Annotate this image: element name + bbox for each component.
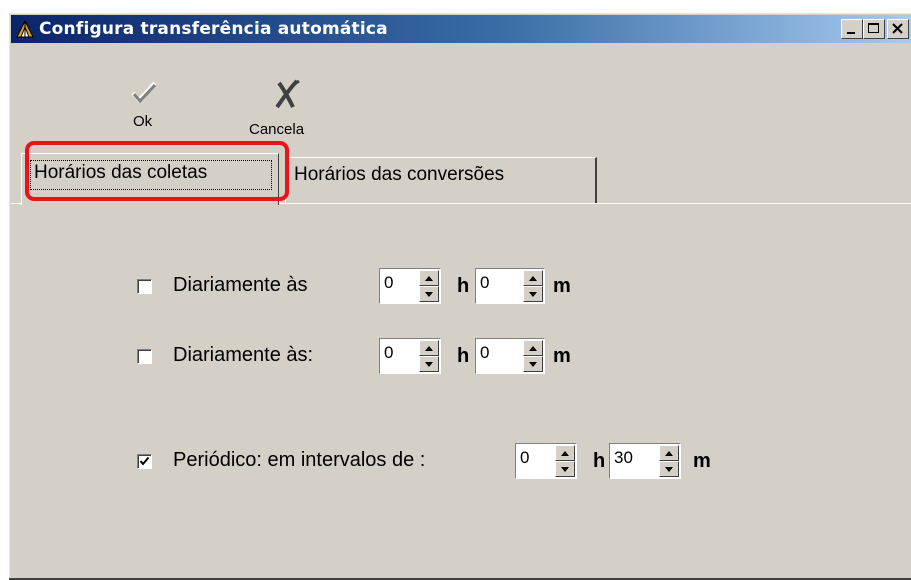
daily-2-label: Diariamente às: [173, 344, 314, 366]
spin-down-button[interactable] [555, 461, 575, 477]
spinner-value: 0 [480, 273, 490, 292]
maximize-icon [868, 23, 879, 33]
spinner-value: 0 [384, 343, 394, 362]
daily-2-hours-spinner[interactable]: 0 [379, 338, 441, 374]
minute-unit: m [553, 345, 571, 367]
daily-2-minutes-spinner[interactable]: 0 [475, 338, 545, 374]
periodic-checkbox[interactable] [137, 454, 152, 469]
spin-up-button[interactable] [523, 270, 543, 286]
daily-1-checkbox[interactable] [137, 279, 152, 294]
hour-unit: h [593, 450, 606, 472]
minute-unit: m [693, 450, 711, 472]
spin-up-button[interactable] [555, 445, 575, 461]
cancel-button[interactable]: Cancela [245, 53, 325, 139]
spin-up-button[interactable] [419, 340, 439, 356]
arrow-down-icon [561, 467, 569, 472]
spinner-value: 0 [480, 343, 490, 362]
maximize-button[interactable] [863, 19, 885, 39]
arrow-up-icon [561, 451, 569, 456]
spin-down-button[interactable] [419, 356, 439, 372]
spinner-value: 0 [520, 448, 530, 467]
cancel-label: Cancela [249, 121, 305, 138]
spinner-value: 0 [384, 273, 394, 292]
periodic-row: Periódico: em intervalos de : 0 h 30 m [135, 443, 735, 479]
close-button[interactable] [887, 19, 909, 39]
spin-down-button[interactable] [523, 286, 543, 302]
spin-up-button[interactable] [523, 340, 543, 356]
annotation-highlight [25, 141, 289, 201]
daily-row-1: Diariamente às 0 h 0 m [135, 268, 635, 304]
tab-label: Horários das conversões [294, 164, 505, 185]
spin-up-button[interactable] [419, 270, 439, 286]
spin-down-button[interactable] [659, 461, 679, 477]
title-bar[interactable]: Configura transferência automática [11, 15, 911, 43]
window-title: Configura transferência automática [39, 19, 388, 39]
cross-icon [273, 79, 301, 114]
checkmark-icon [139, 456, 150, 466]
arrow-up-icon [529, 346, 537, 351]
spin-down-button[interactable] [419, 286, 439, 302]
daily-2-checkbox[interactable] [137, 349, 152, 364]
minimize-icon [847, 32, 855, 34]
daily-row-2: Diariamente às: 0 h 0 m [135, 338, 635, 374]
checkmark-icon [131, 81, 157, 108]
periodic-hours-spinner[interactable]: 0 [515, 443, 577, 479]
arrow-down-icon [425, 292, 433, 297]
spin-down-button[interactable] [523, 356, 543, 372]
ok-button[interactable]: Ok [117, 53, 177, 133]
triangle-compass-icon [15, 19, 35, 39]
hour-unit: h [457, 345, 470, 367]
arrow-up-icon [425, 276, 433, 281]
arrow-down-icon [529, 362, 537, 367]
ok-label: Ok [133, 113, 153, 130]
periodic-label: Periódico: em intervalos de : [173, 449, 426, 471]
spinner-value: 30 [614, 448, 633, 467]
spin-up-button[interactable] [659, 445, 679, 461]
minimize-button[interactable] [841, 19, 863, 39]
periodic-minutes-spinner[interactable]: 30 [609, 443, 681, 479]
arrow-up-icon [665, 451, 673, 456]
close-icon [892, 23, 903, 34]
arrow-up-icon [529, 276, 537, 281]
arrow-down-icon [529, 292, 537, 297]
daily-1-hours-spinner[interactable]: 0 [379, 268, 441, 304]
daily-1-label: Diariamente às [173, 274, 308, 296]
arrow-down-icon [665, 467, 673, 472]
dialog-window: Configura transferência automática Ok Ca… [8, 12, 911, 580]
arrow-down-icon [425, 362, 433, 367]
arrow-up-icon [425, 346, 433, 351]
minute-unit: m [553, 275, 571, 297]
hour-unit: h [457, 275, 470, 297]
daily-1-minutes-spinner[interactable]: 0 [475, 268, 545, 304]
tab-horarios-conversoes[interactable]: Horários das conversões [285, 157, 597, 203]
